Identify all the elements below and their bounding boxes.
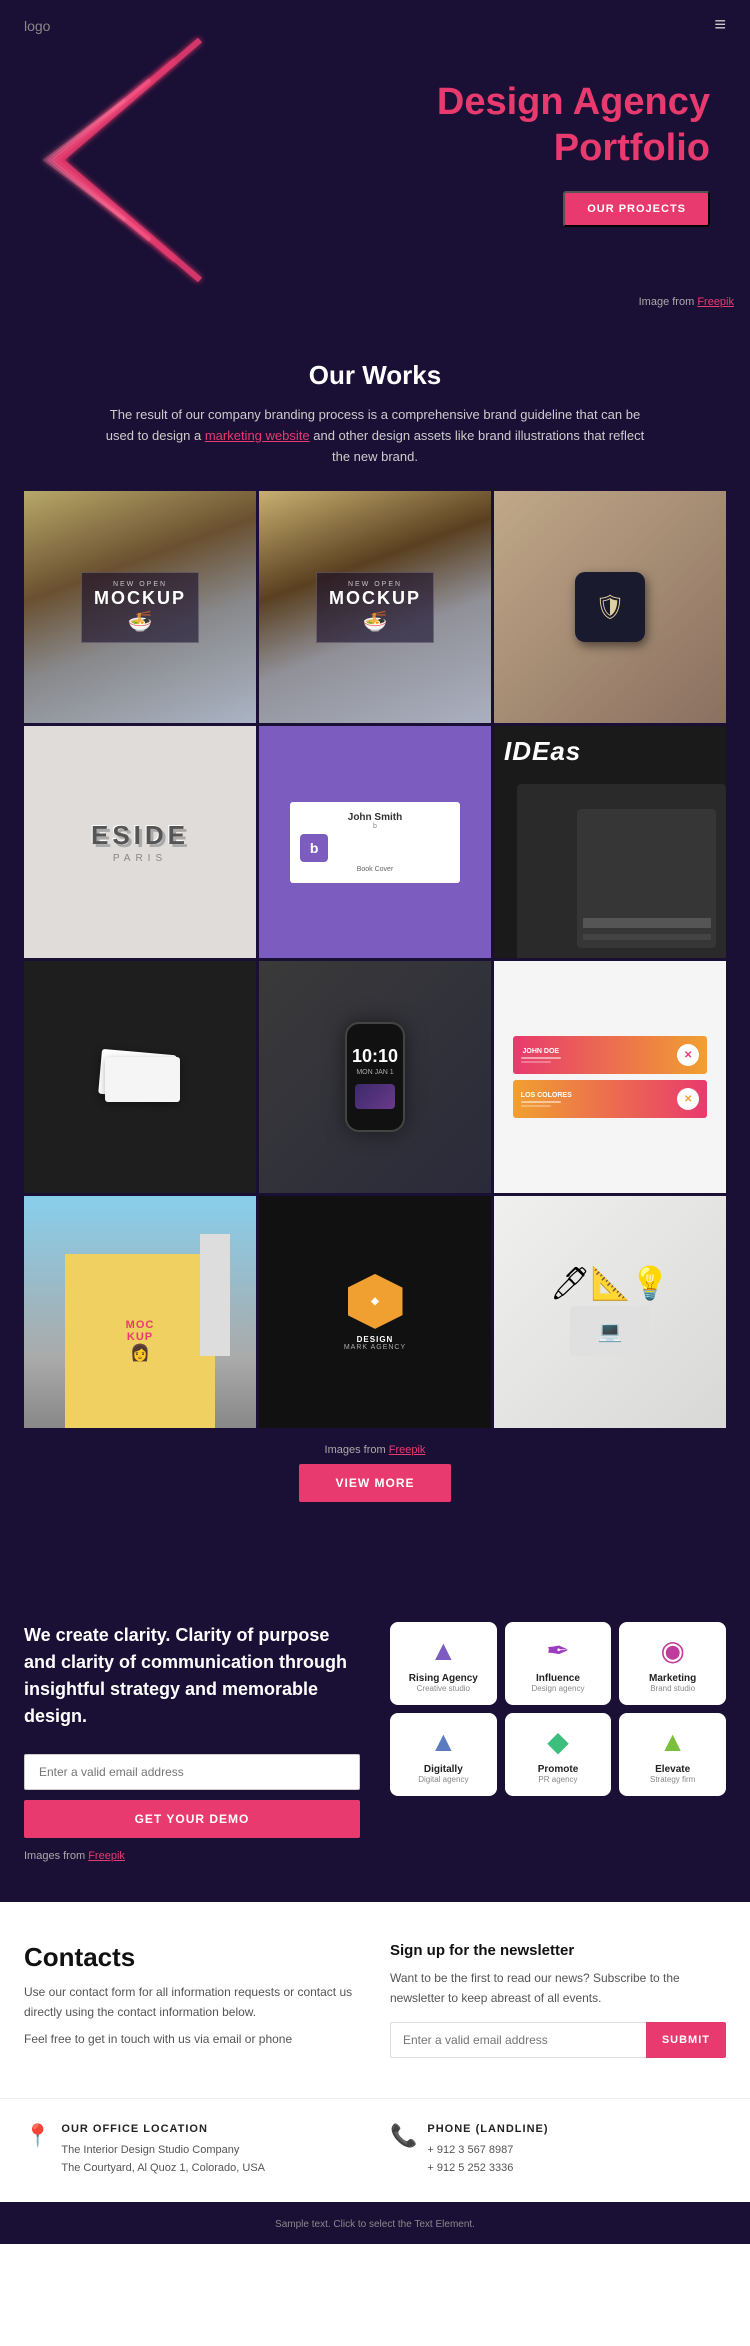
influence-tagline: Design agency [532,1684,585,1693]
location-icon: 📍 [24,2123,51,2149]
works-title: Our Works [24,360,726,391]
office-location-col: 📍 OUR OFFICE LOCATION The Interior Desig… [24,2123,360,2178]
phone-line2: + 912 5 252 3336 [427,2159,548,2178]
works-section: Our Works The result of our company bran… [0,320,750,1582]
grid-item-biz-hexagon[interactable]: ◆ DESIGN MARK AGENCY [259,1196,491,1428]
elevate-icon: ▲ [659,1726,687,1758]
influence-icon: ✒ [546,1634,569,1667]
phone-line1: + 912 3 567 8987 [427,2141,548,2160]
freepik-link[interactable]: Freepik [697,296,734,308]
contacts-desc1: Use our contact form for all information… [24,1983,360,2021]
rising-tagline: Creative studio [417,1684,470,1693]
hero-image-credit: Image from Freepik [639,296,734,308]
marketing-name: Marketing [649,1673,696,1684]
grid-item-bookcover[interactable]: John Smith b b Book Cover [259,726,491,958]
grid-image-credit: Images from Freepik [24,1444,726,1456]
grid-item-desk[interactable]: 🖊📐💡 💻 [494,1196,726,1428]
hero-text-block: Design Agency Portfolio OUR PROJECTS [437,80,710,227]
contacts-title: Contacts [24,1942,360,1973]
digitally-icon: ▲ [429,1726,457,1758]
rising-icon: ▲ [429,1635,457,1667]
clarity-section: We create clarity. Clarity of purpose an… [0,1582,750,1902]
contacts-right-panel: Sign up for the newsletter Want to be th… [390,1942,726,2057]
marketing-tagline: Brand studio [650,1684,695,1693]
logo-card-influence[interactable]: ✒ Influence Design agency [505,1622,612,1705]
marketing-website-link[interactable]: marketing website [205,428,310,443]
footer-bar: Sample text. Click to select the Text El… [0,2202,750,2244]
grid-item-bizcard[interactable]: JOHN DOE ✕ LOS COLORES ✕ [494,961,726,1193]
clarity-logos-panel: ▲ Rising Agency Creative studio ✒ Influe… [390,1622,726,1796]
newsletter-form: SUBMIT [390,2022,726,2058]
office-title: OUR OFFICE LOCATION [61,2123,265,2135]
logo-card-elevate[interactable]: ▲ Elevate Strategy firm [619,1713,726,1796]
contacts-section: Contacts Use our contact form for all in… [0,1902,750,2097]
logo-card-digitally[interactable]: ▲ Digitally Digital agency [390,1713,497,1796]
promote-tagline: PR agency [538,1775,577,1784]
clarity-image-credit: Images from Freepik [24,1850,360,1862]
hamburger-menu[interactable]: ≡ [714,14,726,37]
grid-item-mockup1[interactable]: NEW OPEN MOCKUP 🍜 [24,491,256,723]
promote-name: Promote [538,1764,579,1775]
clarity-email-input[interactable] [24,1754,360,1790]
office-content: OUR OFFICE LOCATION The Interior Design … [61,2123,265,2178]
contacts-desc2: Feel free to get in touch with us via em… [24,2030,360,2049]
newsletter-submit-button[interactable]: SUBMIT [646,2022,726,2058]
office-line2: The Courtyard, Al Quoz 1, Colorado, USA [61,2159,265,2178]
freepik-link-clarity[interactable]: Freepik [88,1850,125,1862]
newsletter-email-input[interactable] [390,2022,646,2058]
logo: logo [24,18,50,34]
digitally-tagline: Digital agency [418,1775,468,1784]
promote-icon: ◆ [547,1725,569,1758]
navigation: logo ≡ [0,0,750,51]
grid-item-cards[interactable] [24,961,256,1193]
clarity-heading: We create clarity. Clarity of purpose an… [24,1622,360,1730]
elevate-name: Elevate [655,1764,690,1775]
logo-card-rising[interactable]: ▲ Rising Agency Creative studio [390,1622,497,1705]
phone-col: 📞 PHONE (LANDLINE) + 912 3 567 8987 + 91… [390,2123,726,2178]
clarity-left-panel: We create clarity. Clarity of purpose an… [24,1622,360,1862]
hero-title: Design Agency Portfolio [437,80,710,171]
grid-item-mockup2[interactable]: NEW OPEN MOCKUP 🍜 [259,491,491,723]
grid-item-mockup-city[interactable]: MOC KUP 👩 [24,1196,256,1428]
newsletter-title: Sign up for the newsletter [390,1942,726,1959]
phone-icon: 📞 [390,2123,417,2149]
logo-grid: ▲ Rising Agency Creative studio ✒ Influe… [390,1622,726,1796]
elevate-tagline: Strategy firm [650,1775,695,1784]
view-more-button[interactable]: VIEW MORE [299,1464,450,1502]
footer-bar-text: Sample text. Click to select the Text El… [275,2219,475,2230]
phone-title: PHONE (LANDLINE) [427,2123,548,2135]
works-description: The result of our company branding proce… [95,405,655,467]
footer-info: 📍 OUR OFFICE LOCATION The Interior Desig… [0,2098,750,2202]
hero-section: logo ≡ Design Agency Portfolio OUR PROJE… [0,0,750,320]
our-projects-button[interactable]: OUR PROJECTS [563,191,710,227]
freepik-link-works[interactable]: Freepik [389,1444,426,1456]
office-line1: The Interior Design Studio Company [61,2141,265,2160]
rising-name: Rising Agency [409,1673,478,1684]
phone-content: PHONE (LANDLINE) + 912 3 567 8987 + 912 … [427,2123,548,2178]
influence-name: Influence [536,1673,580,1684]
digitally-name: Digitally [424,1764,463,1775]
grid-item-ideas[interactable]: IDEas [494,726,726,958]
logo-card-marketing[interactable]: ◉ Marketing Brand studio [619,1622,726,1705]
marketing-icon: ◉ [660,1634,684,1667]
get-demo-button[interactable]: GET YOUR DEMO [24,1800,360,1838]
grid-item-signage[interactable]: 🛡 [494,491,726,723]
logo-card-promote[interactable]: ◆ Promote PR agency [505,1713,612,1796]
grid-item-phone[interactable]: 10:10 MON JAN 1 [259,961,491,1193]
contacts-left-panel: Contacts Use our contact form for all in… [24,1942,360,2057]
grid-item-eside[interactable]: ESIDE PARIS [24,726,256,958]
newsletter-description: Want to be the first to read our news? S… [390,1969,726,2007]
portfolio-grid: NEW OPEN MOCKUP 🍜 NEW OPEN MOCKUP 🍜 🛡 [24,491,726,1428]
